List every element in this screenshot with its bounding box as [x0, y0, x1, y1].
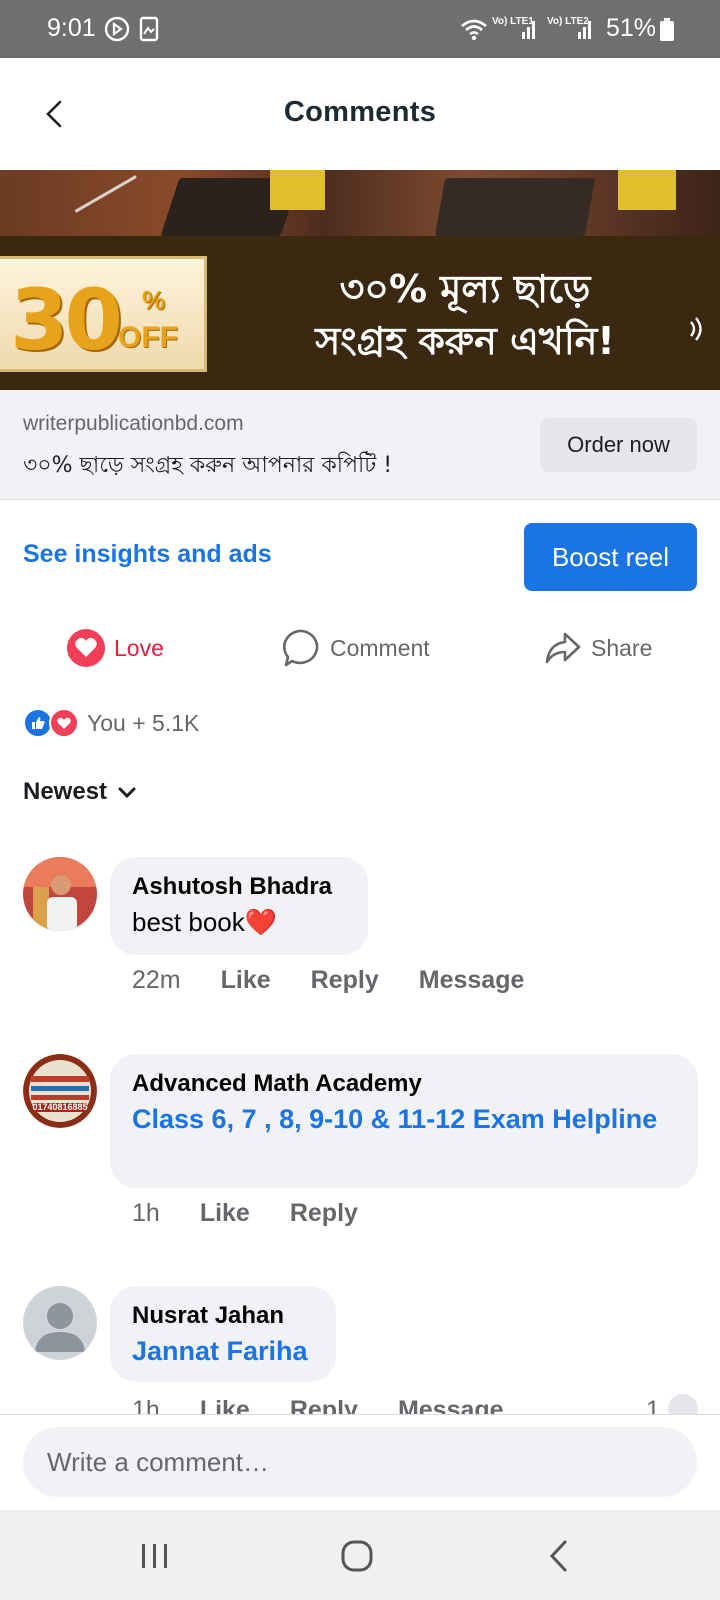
- battery-percent: 51%: [606, 14, 657, 42]
- comment-bubble[interactable]: Ashutosh Bhadra best book❤️: [110, 857, 368, 955]
- share-label: Share: [591, 634, 653, 661]
- ad-description: ৩০% ছাড়ে সংগ্রহ করুন আপনার কপিটি !: [23, 453, 393, 478]
- love-label: Love: [114, 634, 164, 661]
- composer-bar: Write a comment…: [0, 1414, 720, 1510]
- avatar[interactable]: [23, 857, 97, 931]
- wifi-icon: [461, 19, 487, 41]
- comment-text[interactable]: Jannat Fariha: [132, 1332, 314, 1370]
- system-nav-bar: [0, 1510, 720, 1600]
- comment-author[interactable]: Nusrat Jahan: [132, 1300, 314, 1332]
- gallery-icon: [139, 16, 159, 42]
- home-icon[interactable]: [337, 1536, 377, 1576]
- status-bar: 9:01 Vo) LTE1 Vo) LTE2 51%: [0, 0, 720, 58]
- reactions-summary[interactable]: You + 5.1K: [23, 706, 199, 740]
- comment-label: Comment: [330, 634, 430, 661]
- status-time: 9:01: [47, 14, 96, 42]
- avatar[interactable]: [23, 1286, 97, 1360]
- banner-main: 30 % OFF ৩০% মূল্য ছাড়ে সংগ্রহ করুন এখন…: [0, 236, 720, 390]
- reply-link[interactable]: Reply: [311, 966, 379, 995]
- default-avatar-icon: [23, 1286, 97, 1360]
- sort-dropdown[interactable]: Newest: [23, 778, 137, 806]
- comment-time: 22m: [132, 966, 181, 994]
- banner-headline-2: সংগ্রহ করুন এখনি!: [315, 319, 615, 363]
- banner-books-photo: [0, 170, 720, 245]
- signal-1-icon: [522, 21, 535, 39]
- comment-meta: 22m Like Reply Message: [132, 966, 564, 995]
- ad-info-bar[interactable]: writerpublicationbd.com ৩০% ছাড়ে সংগ্রহ…: [0, 390, 720, 500]
- avatar-phone-text: 01740816885: [32, 1102, 88, 1112]
- love-button[interactable]: Love: [66, 626, 164, 670]
- comment-meta: 1h Like Reply: [132, 1199, 398, 1228]
- comment-author[interactable]: Advanced Math Academy: [132, 1068, 676, 1100]
- comment-bubble-icon: [283, 629, 319, 667]
- comment-author[interactable]: Ashutosh Bhadra: [132, 871, 346, 903]
- comment-bubble[interactable]: Nusrat Jahan Jannat Fariha: [110, 1286, 336, 1382]
- comment-time: 1h: [132, 1199, 160, 1227]
- recent-apps-icon[interactable]: [135, 1536, 175, 1576]
- reply-link[interactable]: Reply: [290, 1199, 358, 1228]
- share-arrow-icon: [545, 632, 581, 664]
- comment-text: best book❤️: [132, 907, 278, 937]
- ad-domain: writerpublicationbd.com: [23, 412, 244, 435]
- see-insights-link[interactable]: See insights and ads: [23, 540, 272, 569]
- battery-icon: [660, 18, 674, 41]
- page-logo-avatar: [23, 1054, 97, 1128]
- signal-2-icon: [578, 21, 591, 39]
- sort-label: Newest: [23, 778, 108, 805]
- comment-button[interactable]: Comment: [282, 626, 430, 670]
- avatar[interactable]: 01740816885: [23, 1054, 97, 1128]
- love-reaction-icon: [67, 629, 105, 667]
- comment-bubble[interactable]: Advanced Math Academy Class 6, 7 , 8, 9-…: [110, 1054, 698, 1188]
- comment-text[interactable]: Class 6, 7 , 8, 9-10 & 11-12 Exam Helpli…: [132, 1100, 676, 1138]
- sound-icon[interactable]: [688, 314, 706, 344]
- chevron-down-icon: [118, 787, 136, 799]
- ad-banner-image[interactable]: 30 % OFF ৩০% মূল্য ছাড়ে সংগ্রহ করুন এখন…: [0, 170, 720, 390]
- share-button[interactable]: Share: [543, 626, 652, 670]
- user-photo-avatar: [23, 857, 97, 931]
- order-now-button[interactable]: Order now: [540, 418, 697, 472]
- love-reaction-small-icon: [49, 708, 79, 738]
- message-link[interactable]: Message: [419, 966, 525, 995]
- header: Comments: [0, 58, 720, 170]
- boost-reel-button[interactable]: Boost reel: [524, 523, 697, 591]
- comment-input[interactable]: Write a comment…: [23, 1427, 697, 1497]
- back-nav-icon[interactable]: [540, 1536, 580, 1576]
- page-title: Comments: [283, 96, 437, 128]
- discount-badge: 30 % OFF: [0, 256, 207, 372]
- media-play-icon: [104, 16, 130, 42]
- like-link[interactable]: Like: [200, 1199, 250, 1228]
- reactions-count: You + 5.1K: [87, 709, 200, 736]
- like-link[interactable]: Like: [221, 966, 271, 995]
